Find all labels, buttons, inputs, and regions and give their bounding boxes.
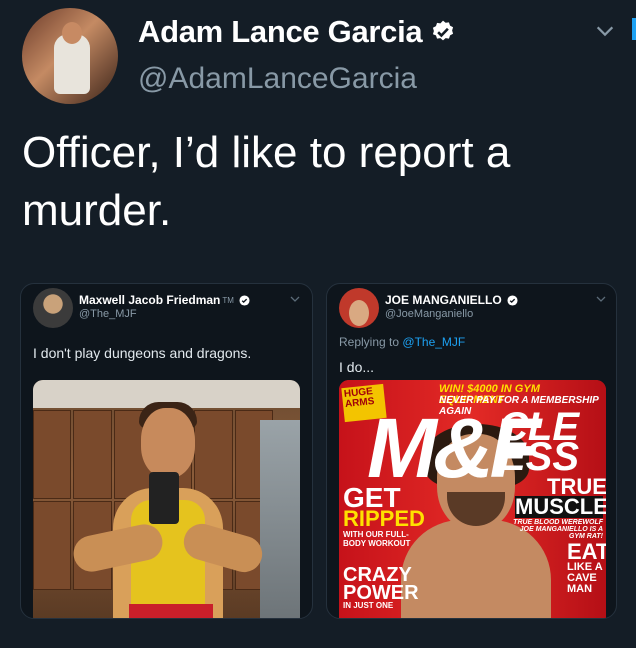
reply-to-link[interactable]: @The_MJF bbox=[402, 335, 465, 349]
author-handle[interactable]: @AdamLanceGarcia bbox=[138, 62, 417, 96]
mag-likea-text: LIKE A CAVE MAN bbox=[567, 561, 603, 595]
mini-avatar bbox=[339, 288, 379, 328]
mini-tweet-text: I don't play dungeons and dragons. bbox=[33, 345, 252, 361]
verified-icon bbox=[507, 294, 518, 306]
mini-handle: @JoeManganiello bbox=[385, 308, 474, 320]
tweet-text: Officer, I’d like to report a murder. bbox=[22, 128, 511, 235]
chevron-down-icon[interactable] bbox=[594, 20, 616, 42]
mini-display-name: Maxwell Jacob Friedman bbox=[79, 293, 221, 307]
scroll-indicator bbox=[632, 18, 636, 40]
mini-avatar bbox=[33, 288, 73, 328]
mini-tweet-text: I do... bbox=[339, 359, 375, 375]
verified-icon bbox=[239, 294, 250, 306]
mini-display-name: JOE MANGANIELLO bbox=[385, 293, 502, 307]
mag-withour-text: WITH OUR FULL-BODY WORKOUT bbox=[343, 530, 411, 548]
tm-mark: TM bbox=[222, 295, 234, 305]
mag-ess-text: ESS bbox=[499, 435, 580, 479]
verified-icon bbox=[433, 20, 454, 41]
chevron-down-icon bbox=[596, 296, 606, 302]
mag-eat-text: EAT bbox=[567, 539, 606, 564]
avatar-head bbox=[62, 22, 82, 44]
avatar[interactable] bbox=[22, 8, 118, 104]
chevron-down-icon bbox=[290, 296, 300, 302]
display-name[interactable]: Adam Lance Garcia bbox=[138, 14, 423, 50]
embedded-tweet-mjf[interactable]: Maxwell Jacob Friedman TM @The_MJF I don… bbox=[20, 283, 313, 619]
magazine-cover-image: HUGE ARMS WIN! $4000 IN GYM EQUIPMENT NE… bbox=[339, 380, 606, 618]
mini-display-name-row: JOE MANGANIELLO bbox=[385, 293, 518, 307]
gym-selfie-image bbox=[33, 380, 300, 618]
reply-prefix: Replying to bbox=[339, 335, 400, 349]
mag-blood-text: TRUE BLOOD WEREWOLF JOE MANGANIELLO IS A… bbox=[513, 519, 603, 540]
mini-display-name-row: Maxwell Jacob Friedman TM bbox=[79, 293, 250, 307]
mini-handle: @The_MJF bbox=[79, 308, 137, 320]
mag-injust-text: IN JUST ONE bbox=[343, 601, 394, 610]
reply-context: Replying to @The_MJF bbox=[339, 335, 465, 349]
mag-power-text: POWER bbox=[343, 582, 419, 604]
mag-muscle-text: MUSCLE bbox=[515, 494, 606, 519]
embedded-tweet-joe[interactable]: JOE MANGANIELLO @JoeManganiello Replying… bbox=[326, 283, 617, 619]
author-row: Adam Lance Garcia bbox=[138, 14, 456, 50]
mag-ripped-text: RIPPED bbox=[343, 506, 425, 531]
